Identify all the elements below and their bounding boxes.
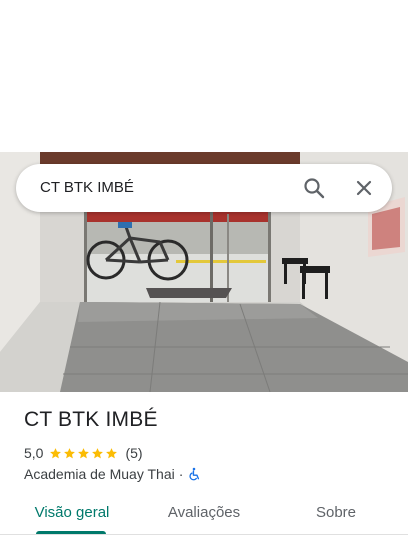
search-icon[interactable] [302,176,326,200]
review-count[interactable]: (5) [125,445,142,461]
tab-overview[interactable]: Visão geral [20,494,124,534]
search-input[interactable]: CT BTK IMBÉ [40,164,134,212]
close-icon[interactable] [352,176,376,200]
wheelchair-icon [187,467,201,481]
star-icon [92,447,104,458]
tab-about[interactable]: Sobre [290,494,382,534]
star-icon [64,447,76,458]
tabs-divider [0,534,408,535]
star-icon [106,447,118,458]
tab-bar: Visão geral Avaliações Sobre [0,494,408,540]
rating-value: 5,0 [24,445,44,461]
star-icon [50,447,62,458]
star-icon [78,447,90,458]
place-category: Academia de Muay Thai [24,466,175,482]
place-title: CT BTK IMBÉ [24,408,158,431]
category-row: Academia de Muay Thai · [24,465,201,483]
rating-row[interactable]: 5,0 (5) [24,444,143,462]
rating-stars [49,447,119,460]
tab-reviews[interactable]: Avaliações [150,494,258,534]
search-bar[interactable]: CT BTK IMBÉ [16,164,392,212]
separator-dot: · [178,466,184,482]
